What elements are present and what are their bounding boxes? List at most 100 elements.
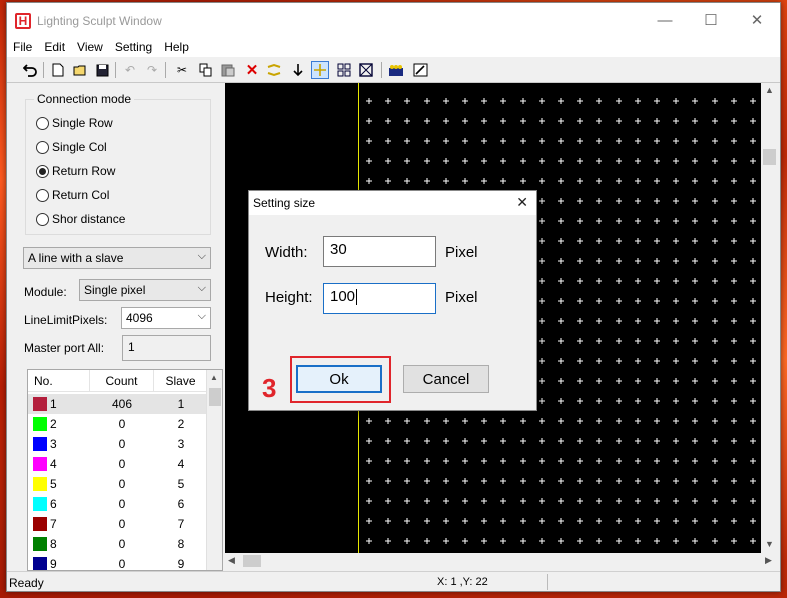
pixel-point[interactable] (673, 338, 679, 344)
pixel-point[interactable] (558, 398, 564, 404)
pixel-point[interactable] (443, 478, 449, 484)
pixel-point[interactable] (616, 298, 622, 304)
pixel-point[interactable] (616, 98, 622, 104)
header-slave[interactable]: Slave (154, 370, 208, 392)
pixel-point[interactable] (692, 518, 698, 524)
pixel-point[interactable] (520, 118, 526, 124)
pixel-point[interactable] (616, 218, 622, 224)
crosshair-icon[interactable] (311, 61, 329, 79)
pixel-point[interactable] (750, 458, 756, 464)
pixel-point[interactable] (443, 518, 449, 524)
pixel-point[interactable] (481, 178, 487, 184)
pixel-point[interactable] (731, 198, 737, 204)
table-row[interactable]: 1 406 1 (28, 394, 208, 414)
pixel-point[interactable] (500, 478, 506, 484)
pixel-point[interactable] (654, 458, 660, 464)
menu-view[interactable]: View (71, 37, 109, 57)
pixel-point[interactable] (539, 498, 545, 504)
pixel-point[interactable] (366, 458, 372, 464)
pixel-point[interactable] (635, 338, 641, 344)
pixel-point[interactable] (577, 538, 583, 544)
pixel-point[interactable] (635, 358, 641, 364)
pixel-point[interactable] (731, 338, 737, 344)
pixel-point[interactable] (558, 478, 564, 484)
pixel-point[interactable] (616, 478, 622, 484)
pixel-point[interactable] (424, 118, 430, 124)
pixel-point[interactable] (654, 218, 660, 224)
pixel-point[interactable] (539, 398, 545, 404)
pixel-point[interactable] (385, 498, 391, 504)
maximize-button[interactable]: ☐ (688, 3, 734, 37)
pixel-point[interactable] (750, 178, 756, 184)
scroll-thumb[interactable] (763, 149, 776, 165)
pixel-point[interactable] (539, 318, 545, 324)
pixel-point[interactable] (558, 358, 564, 364)
pixel-point[interactable] (596, 338, 602, 344)
pixel-point[interactable] (558, 98, 564, 104)
pixel-point[interactable] (673, 498, 679, 504)
pixel-point[interactable] (558, 138, 564, 144)
pixel-point[interactable] (654, 158, 660, 164)
table-row[interactable]: 4 0 4 (28, 454, 208, 474)
pixel-point[interactable] (385, 458, 391, 464)
pixel-point[interactable] (712, 158, 718, 164)
pixel-point[interactable] (596, 458, 602, 464)
pixel-point[interactable] (596, 538, 602, 544)
pixel-point[interactable] (462, 418, 468, 424)
pixel-point[interactable] (712, 538, 718, 544)
pixel-point[interactable] (635, 318, 641, 324)
pixel-point[interactable] (577, 498, 583, 504)
pixel-point[interactable] (635, 98, 641, 104)
radio-button-selected[interactable] (36, 164, 49, 178)
table-row[interactable]: 2 0 2 (28, 414, 208, 434)
pixel-point[interactable] (596, 298, 602, 304)
pixel-point[interactable] (366, 498, 372, 504)
radio-button[interactable] (36, 188, 49, 202)
pixel-point[interactable] (654, 438, 660, 444)
pixel-point[interactable] (558, 198, 564, 204)
pixel-point[interactable] (596, 498, 602, 504)
pixel-point[interactable] (692, 378, 698, 384)
pixel-point[interactable] (731, 238, 737, 244)
pixel-point[interactable] (731, 118, 737, 124)
pixel-point[interactable] (750, 518, 756, 524)
scroll-down-icon[interactable]: ▼ (765, 539, 774, 549)
pixel-point[interactable] (616, 458, 622, 464)
pixel-point[interactable] (731, 498, 737, 504)
pixel-point[interactable] (481, 478, 487, 484)
pixel-point[interactable] (635, 158, 641, 164)
pixel-point[interactable] (558, 538, 564, 544)
pixel-point[interactable] (577, 478, 583, 484)
pixel-point[interactable] (558, 378, 564, 384)
pixel-point[interactable] (577, 178, 583, 184)
pixel-point[interactable] (654, 478, 660, 484)
pixel-point[interactable] (577, 458, 583, 464)
pixel-point[interactable] (712, 338, 718, 344)
pixel-point[interactable] (712, 358, 718, 364)
pixel-point[interactable] (616, 238, 622, 244)
pixel-point[interactable] (750, 98, 756, 104)
pixel-point[interactable] (539, 298, 545, 304)
pixel-point[interactable] (731, 518, 737, 524)
pixel-point[interactable] (558, 458, 564, 464)
radio-button[interactable] (36, 140, 49, 154)
pixel-point[interactable] (692, 418, 698, 424)
pixel-point[interactable] (500, 98, 506, 104)
pixel-point[interactable] (616, 178, 622, 184)
pixel-point[interactable] (577, 418, 583, 424)
pixel-point[interactable] (750, 338, 756, 344)
pixel-point[interactable] (692, 198, 698, 204)
table-row[interactable]: 8 0 8 (28, 534, 208, 554)
pixel-point[interactable] (404, 418, 410, 424)
pixel-point[interactable] (635, 218, 641, 224)
pixel-point[interactable] (558, 338, 564, 344)
pixel-point[interactable] (404, 478, 410, 484)
minimize-button[interactable]: — (642, 3, 688, 37)
table-row[interactable]: 7 0 7 (28, 514, 208, 534)
pixel-point[interactable] (385, 418, 391, 424)
pixel-point[interactable] (750, 118, 756, 124)
pixel-point[interactable] (539, 378, 545, 384)
pixel-point[interactable] (424, 138, 430, 144)
pixel-point[interactable] (750, 318, 756, 324)
module-dropdown[interactable]: Single pixel ⌵ (79, 279, 211, 301)
